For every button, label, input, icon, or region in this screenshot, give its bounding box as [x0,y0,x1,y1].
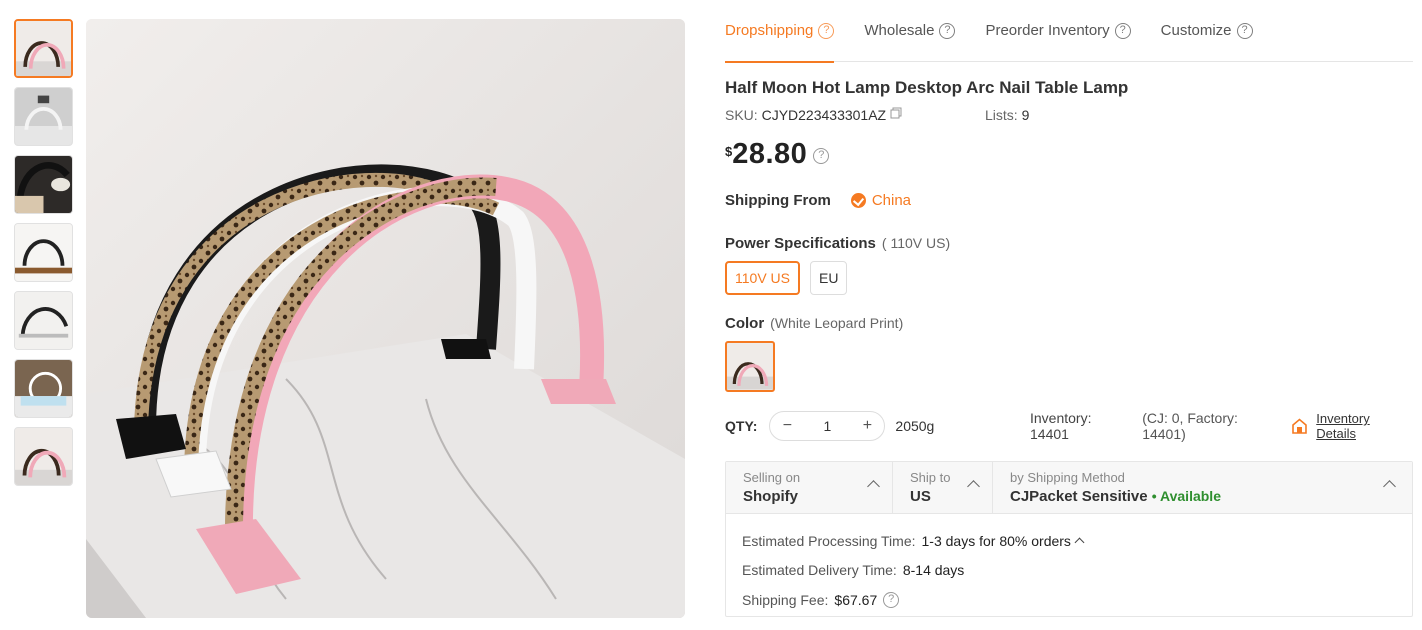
copy-icon[interactable] [890,107,902,119]
quantity-row: QTY: − + 2050g Inventory: 14401 (CJ: 0, … [725,410,1413,442]
shipping-from-value[interactable]: China [872,192,911,209]
power-spec-label: Power Specifications [725,235,876,252]
inventory-info: Inventory: 14401 (CJ: 0, Factory: 14401)… [1030,410,1413,442]
delivery-value: 8-14 days [902,562,965,579]
tab-customize[interactable]: Customize? [1161,0,1253,62]
power-spec-options: 110V US EU [725,261,857,295]
thumbnail-5[interactable] [14,291,73,350]
weight: 2050g [895,418,935,434]
tab-label: Preorder Inventory [985,22,1110,39]
help-circle-icon[interactable]: ? [883,591,900,608]
tab-label: Customize [1160,22,1232,39]
power-option-110v-us[interactable]: 110V US [725,261,800,295]
inventory-count: Inventory: 14401 [1030,410,1092,442]
chevron-up-icon[interactable] [1074,537,1085,548]
tab-label: Dropshipping [725,22,814,39]
currency-symbol: $ [725,144,733,159]
shipping-details: Estimated Processing Time: 1-3 days for … [726,514,1412,627]
check-circle-icon [850,193,866,208]
ship-to-caption: Ship to [910,470,951,485]
sku-row: SKU: CJYD223433301AZ Lists: 9 [725,107,1413,123]
price-amount: 28.80 [732,138,808,170]
help-circle-icon[interactable]: ? [1236,22,1253,39]
selling-on-selector[interactable]: Selling on Shopify [726,462,893,513]
thumbnail-2[interactable] [14,87,73,146]
thumbnail-7[interactable] [14,427,73,486]
tab-wholesale[interactable]: Wholesale? [864,0,956,62]
shipping-from-label: Shipping From [725,192,831,209]
shipping-method-selector[interactable]: by Shipping Method CJPacket Sensitive • … [993,462,1412,513]
tab-preorder-inventory[interactable]: Preorder Inventory? [985,0,1131,62]
fee-label: Shipping Fee: [742,591,829,608]
tab-dropshipping[interactable]: Dropshipping? [725,0,835,63]
delivery-label: Estimated Delivery Time: [742,562,897,579]
help-circle-icon[interactable]: ? [939,22,956,39]
increment-button[interactable]: + [860,417,874,435]
delivery-time: Estimated Delivery Time: 8-14 days [742,556,1396,586]
shipping-from: Shipping From China [725,192,911,209]
inventory-breakdown: (CJ: 0, Factory: 14401) [1142,410,1238,442]
thumbnail-1[interactable] [14,19,73,78]
shipping-options-header: Selling on Shopify Ship to US by Shippin… [726,462,1412,514]
color-selected: (White Leopard Print) [770,315,904,331]
quantity-stepper: − + [769,411,886,441]
color-label: Color [725,315,765,332]
thumbnail-3[interactable] [14,155,73,214]
shipping-fee: Shipping Fee: $67.67 ? [742,585,1396,615]
help-circle-icon[interactable]: ? [818,22,835,39]
purchase-mode-tabs: Dropshipping? Wholesale? Preorder Invent… [725,0,1413,63]
power-option-eu[interactable]: EU [810,261,848,295]
ship-to-value: US [910,488,931,505]
tab-label: Wholesale [864,22,935,39]
shipping-method-value: CJPacket Sensitive [1010,488,1148,505]
color-swatch-white-leopard[interactable] [725,341,775,392]
sku-value: CJYD223433301AZ [761,107,887,123]
power-spec-heading: Power Specifications ( 110V US) [725,235,950,252]
product-main-image[interactable] [86,19,685,618]
fee-value: $67.67 [834,591,878,608]
warehouse-icon [1292,418,1308,434]
decrement-button[interactable]: − [780,417,794,435]
help-circle-icon[interactable]: ? [1114,22,1131,39]
thumbnail-4[interactable] [14,223,73,282]
quantity-input[interactable] [802,418,853,434]
processing-time: Estimated Processing Time: 1-3 days for … [742,526,1396,556]
lists-count: Lists: 9 [985,107,1029,123]
lists-value: 9 [1021,107,1030,123]
processing-label: Estimated Processing Time: [742,532,916,549]
thumbnail-gallery [14,19,74,495]
power-spec-selected: ( 110V US) [881,235,951,251]
processing-value: 1-3 days for 80% orders [921,532,1071,549]
sku-label: SKU: [725,107,758,123]
shipping-box: Selling on Shopify Ship to US by Shippin… [725,461,1413,617]
thumbnail-6[interactable] [14,359,73,418]
qty-label: QTY: [725,418,758,434]
price: $ 28.80 ? [725,138,830,171]
availability-status: • Available [1151,488,1221,504]
product-title: Half Moon Hot Lamp Desktop Arc Nail Tabl… [725,78,1129,97]
ship-to-selector[interactable]: Ship to US [893,462,993,513]
shipping-method-row: CJPacket Sensitive • Available [1010,488,1412,505]
selling-on-value: Shopify [743,488,798,505]
inventory-details-link[interactable]: Inventory Details [1316,411,1413,441]
product-info-panel: Dropshipping? Wholesale? Preorder Invent… [725,0,1413,617]
color-heading: Color (White Leopard Print) [725,315,903,332]
help-circle-icon[interactable]: ? [813,148,830,164]
shipping-method-caption: by Shipping Method [1010,470,1125,485]
lists-label: Lists: [985,107,1018,123]
